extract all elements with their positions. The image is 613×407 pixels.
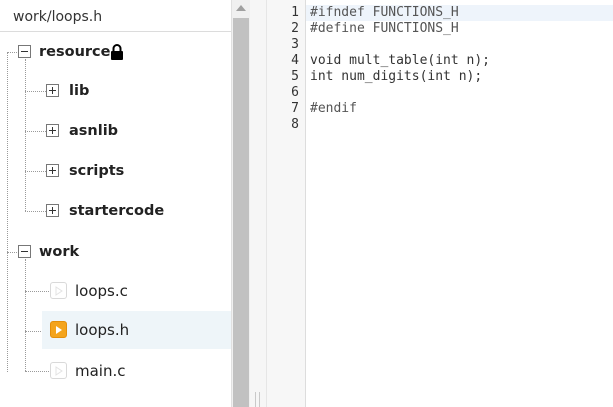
tree-node-resource[interactable]: resource bbox=[0, 33, 231, 71]
active-file-icon bbox=[50, 321, 67, 338]
expand-toggle-icon[interactable] bbox=[46, 204, 59, 217]
code-line[interactable]: #ifndef FUNCTIONS_H bbox=[310, 5, 459, 21]
expand-toggle-icon[interactable] bbox=[46, 124, 59, 137]
scroll-up-arrow-icon[interactable] bbox=[236, 4, 246, 12]
code-line[interactable]: void mult_table(int n); bbox=[310, 53, 490, 69]
tree-node-label: work bbox=[39, 244, 80, 260]
line-number: 4 bbox=[291, 53, 299, 68]
line-number: 8 bbox=[291, 117, 299, 132]
current-file-path: work/loops.h bbox=[0, 4, 231, 32]
scrollbar-thumb[interactable] bbox=[233, 18, 249, 407]
tree-node-label: loops.c bbox=[75, 282, 128, 300]
tree-file-main-c[interactable]: main.c bbox=[0, 352, 231, 390]
code-editor[interactable]: 1 2 3 4 5 6 7 8 #ifndef FUNCTIONS_H #def… bbox=[266, 0, 613, 407]
line-number: 2 bbox=[291, 21, 299, 36]
file-icon bbox=[50, 282, 67, 299]
tree-node-label: main.c bbox=[75, 362, 126, 380]
tree-node-label: loops.h bbox=[75, 321, 130, 339]
splitter-grip-icon[interactable] bbox=[255, 392, 261, 407]
code-line[interactable]: int num_digits(int n); bbox=[310, 69, 482, 85]
lock-icon bbox=[111, 44, 123, 60]
line-number: 1 bbox=[291, 5, 299, 20]
collapse-toggle-icon[interactable] bbox=[18, 245, 31, 258]
line-number: 5 bbox=[291, 69, 299, 84]
tree-file-loops-h[interactable]: loops.h bbox=[42, 311, 231, 349]
line-number: 6 bbox=[291, 85, 299, 100]
panel-splitter[interactable] bbox=[250, 0, 266, 407]
tree-node-work[interactable]: work bbox=[0, 233, 231, 271]
tree-node-label: startercode bbox=[69, 203, 165, 219]
code-line[interactable]: #define FUNCTIONS_H bbox=[310, 21, 459, 37]
tree-node-label: resource bbox=[39, 44, 111, 60]
tree-node-label: asnlib bbox=[69, 123, 119, 139]
expand-toggle-icon[interactable] bbox=[46, 164, 59, 177]
tree-node-lib[interactable]: lib bbox=[0, 72, 231, 110]
line-number: 3 bbox=[291, 37, 299, 52]
line-number-gutter: 1 2 3 4 5 6 7 8 bbox=[267, 0, 306, 407]
code-line[interactable]: #endif bbox=[310, 101, 357, 117]
expand-toggle-icon[interactable] bbox=[46, 84, 59, 97]
tree-node-label: lib bbox=[69, 83, 90, 99]
file-tree-panel: work/loops.h resource lib asnlib scripts… bbox=[0, 0, 231, 407]
line-number: 7 bbox=[291, 101, 299, 116]
tree-node-label: scripts bbox=[69, 163, 125, 179]
code-text-area[interactable]: #ifndef FUNCTIONS_H #define FUNCTIONS_H … bbox=[306, 0, 613, 407]
tree-node-asnlib[interactable]: asnlib bbox=[0, 112, 231, 150]
tree-node-scripts[interactable]: scripts bbox=[0, 152, 231, 190]
tree-node-startercode[interactable]: startercode bbox=[0, 192, 231, 230]
file-icon bbox=[50, 362, 67, 379]
tree-scrollbar[interactable] bbox=[231, 0, 250, 407]
tree-file-loops-c[interactable]: loops.c bbox=[0, 272, 231, 310]
collapse-toggle-icon[interactable] bbox=[18, 45, 31, 58]
